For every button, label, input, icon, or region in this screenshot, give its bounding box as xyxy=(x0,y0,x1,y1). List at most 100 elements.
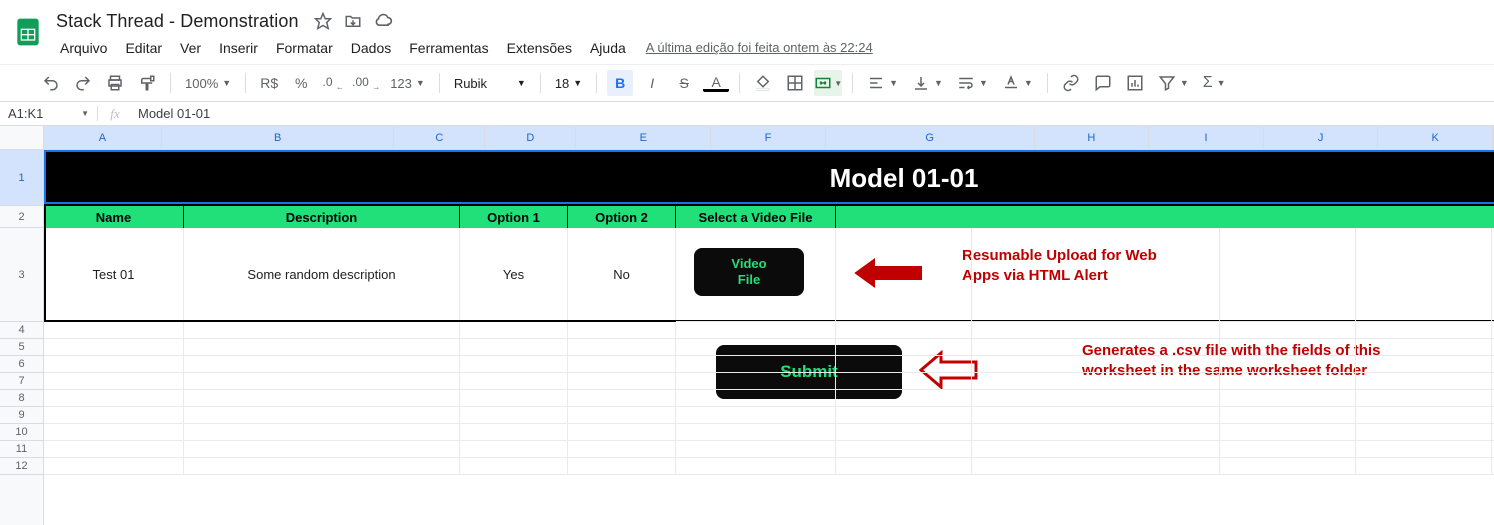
cell-F11[interactable] xyxy=(836,441,972,458)
text-wrap-button[interactable]: ▼ xyxy=(953,74,992,92)
row-header-8[interactable]: 8 xyxy=(0,390,43,407)
cell-A6[interactable] xyxy=(44,356,184,373)
menu-arquivo[interactable]: Arquivo xyxy=(52,36,115,60)
italic-button[interactable]: I xyxy=(639,70,665,96)
cell-option2[interactable]: No xyxy=(568,228,676,322)
number-format-select[interactable]: 123▼ xyxy=(386,76,429,91)
fill-color-button[interactable] xyxy=(750,70,776,96)
cell-I5[interactable] xyxy=(1356,339,1492,356)
column-header-G[interactable]: G xyxy=(826,126,1035,149)
cell-A10[interactable] xyxy=(44,424,184,441)
row-header-5[interactable]: 5 xyxy=(0,339,43,356)
cell-B12[interactable] xyxy=(184,458,460,475)
menu-extensoes[interactable]: Extensões xyxy=(499,36,580,60)
cell-D4[interactable] xyxy=(568,322,676,339)
move-icon[interactable] xyxy=(343,11,363,31)
cell-C11[interactable] xyxy=(460,441,568,458)
cell-B11[interactable] xyxy=(184,441,460,458)
cell-C6[interactable] xyxy=(460,356,568,373)
cell-H8[interactable] xyxy=(1220,390,1356,407)
cloud-status-icon[interactable] xyxy=(373,11,393,31)
percent-button[interactable]: % xyxy=(288,70,314,96)
row-header-9[interactable]: 9 xyxy=(0,407,43,424)
row-header-6[interactable]: 6 xyxy=(0,356,43,373)
cell-A8[interactable] xyxy=(44,390,184,407)
horizontal-align-button[interactable]: ▼ xyxy=(863,74,902,92)
cell-A7[interactable] xyxy=(44,373,184,390)
cell-E9[interactable] xyxy=(676,407,836,424)
cell-C8[interactable] xyxy=(460,390,568,407)
menu-inserir[interactable]: Inserir xyxy=(211,36,266,60)
column-header-D[interactable]: D xyxy=(485,126,576,149)
cell-H6[interactable] xyxy=(1220,356,1356,373)
cell-G11[interactable] xyxy=(972,441,1220,458)
cell-D6[interactable] xyxy=(568,356,676,373)
insert-link-button[interactable] xyxy=(1058,70,1084,96)
row-header-4[interactable]: 4 xyxy=(0,322,43,339)
cell-F12[interactable] xyxy=(836,458,972,475)
cell-F7[interactable] xyxy=(836,373,972,390)
select-all-corner[interactable] xyxy=(0,126,44,150)
menu-dados[interactable]: Dados xyxy=(343,36,399,60)
cell-D9[interactable] xyxy=(568,407,676,424)
header-cell-2[interactable]: Option 1 xyxy=(460,206,568,228)
cell-B6[interactable] xyxy=(184,356,460,373)
vertical-align-button[interactable]: ▼ xyxy=(908,74,947,92)
cell-A5[interactable] xyxy=(44,339,184,356)
cell-F9[interactable] xyxy=(836,407,972,424)
cell-I12[interactable] xyxy=(1356,458,1492,475)
cell-C7[interactable] xyxy=(460,373,568,390)
increase-decimal-button[interactable]: .00 → xyxy=(352,70,380,96)
row-header-1[interactable]: 1 xyxy=(0,150,43,206)
cell-G4[interactable] xyxy=(972,322,1220,339)
cell-I7[interactable] xyxy=(1356,373,1492,390)
column-header-C[interactable]: C xyxy=(394,126,485,149)
cell-E7[interactable] xyxy=(676,373,836,390)
cell-G12[interactable] xyxy=(972,458,1220,475)
cell-F6[interactable] xyxy=(836,356,972,373)
column-header-E[interactable]: E xyxy=(576,126,711,149)
row-header-2[interactable]: 2 xyxy=(0,206,43,228)
cell-H11[interactable] xyxy=(1220,441,1356,458)
insert-chart-button[interactable] xyxy=(1122,70,1148,96)
merge-cells-button[interactable]: ▼ xyxy=(814,70,842,96)
paint-format-button[interactable] xyxy=(134,70,160,96)
cell-B4[interactable] xyxy=(184,322,460,339)
spreadsheet-grid[interactable]: ABCDEFGHIJK 123456789101112 Model 01-01 … xyxy=(0,126,1494,525)
cell-H10[interactable] xyxy=(1220,424,1356,441)
currency-button[interactable]: R$ xyxy=(256,70,282,96)
cell-I6[interactable] xyxy=(1356,356,1492,373)
row-header-10[interactable]: 10 xyxy=(0,424,43,441)
row-header-12[interactable]: 12 xyxy=(0,458,43,475)
cell-description[interactable]: Some random description xyxy=(184,228,460,322)
cell-F10[interactable] xyxy=(836,424,972,441)
insert-comment-button[interactable] xyxy=(1090,70,1116,96)
cell-G9[interactable] xyxy=(972,407,1220,424)
cell-G6[interactable] xyxy=(972,356,1220,373)
redo-button[interactable] xyxy=(70,70,96,96)
column-header-F[interactable]: F xyxy=(711,126,826,149)
cell-D12[interactable] xyxy=(568,458,676,475)
column-header-K[interactable]: K xyxy=(1378,126,1493,149)
cell-D8[interactable] xyxy=(568,390,676,407)
cell-C4[interactable] xyxy=(460,322,568,339)
banner-title-cell[interactable]: Model 01-01 xyxy=(44,150,1494,206)
cell-F8[interactable] xyxy=(836,390,972,407)
cell-B7[interactable] xyxy=(184,373,460,390)
cell-I8[interactable] xyxy=(1356,390,1492,407)
menu-ferramentas[interactable]: Ferramentas xyxy=(401,36,496,60)
cell-E10[interactable] xyxy=(676,424,836,441)
last-edit-link[interactable]: A última edição foi feita ontem às 22:24 xyxy=(646,40,873,55)
cell-F3[interactable] xyxy=(836,228,972,322)
header-cell-0[interactable]: Name xyxy=(44,206,184,228)
column-header-J[interactable]: J xyxy=(1264,126,1379,149)
cell-H4[interactable] xyxy=(1220,322,1356,339)
header-cell-1[interactable]: Description xyxy=(184,206,460,228)
cell-option1[interactable]: Yes xyxy=(460,228,568,322)
cell-H5[interactable] xyxy=(1220,339,1356,356)
cell-H12[interactable] xyxy=(1220,458,1356,475)
column-header-B[interactable]: B xyxy=(162,126,394,149)
cell-I10[interactable] xyxy=(1356,424,1492,441)
sheets-app-icon[interactable] xyxy=(8,12,48,52)
cell-C10[interactable] xyxy=(460,424,568,441)
